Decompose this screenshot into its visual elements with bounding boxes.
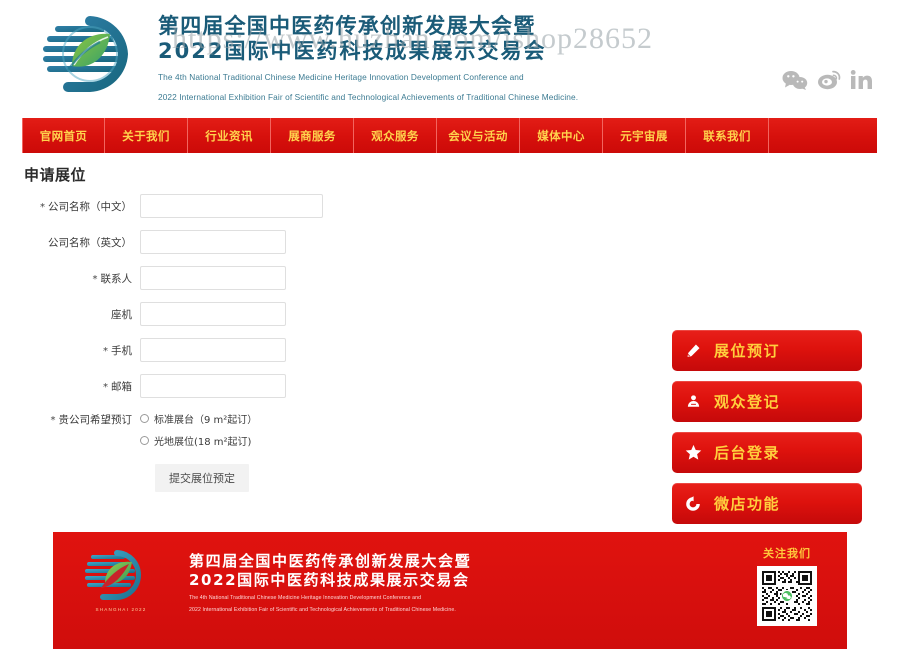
label-mobile: 手机 xyxy=(0,343,140,358)
booth-type-radio-group: 标准展台（9 m²起订） 光地展位(18 m²起订) xyxy=(140,410,257,448)
footer-qr-block: 关注我们 xyxy=(747,545,827,626)
social-links xyxy=(782,70,872,90)
radio-option-raw-space[interactable]: 光地展位(18 m²起订) xyxy=(140,433,257,448)
nav-item-metaverse[interactable]: 元宇宙展 xyxy=(603,118,686,153)
field-row-contact: 联系人 xyxy=(0,266,470,290)
linkedin-icon[interactable] xyxy=(850,70,872,90)
nav-item-media[interactable]: 媒体中心 xyxy=(520,118,603,153)
footer-qr-title: 关注我们 xyxy=(763,547,811,560)
footer-title-line2: 2022国际中医药科技成果展示交易会 xyxy=(189,571,470,589)
landline-input[interactable] xyxy=(140,302,286,326)
email-input[interactable] xyxy=(140,374,286,398)
footer-title-line1: 第四届全国中医药传承创新发展大会暨 xyxy=(189,552,472,570)
nav-item-contact[interactable]: 联系我们 xyxy=(686,118,769,153)
sidebar-label-booth-booking: 展位预订 xyxy=(714,342,781,360)
header-title-line2: 2022国际中医药科技成果展示交易会 xyxy=(158,39,547,63)
sidebar-button-booth-booking[interactable]: 展位预订 xyxy=(672,330,862,371)
sidebar-button-admin-login[interactable]: 后台登录 xyxy=(672,432,862,473)
label-email: 邮箱 xyxy=(0,379,140,394)
radio-label-raw-space: 光地展位(18 m²起订) xyxy=(154,437,252,448)
footer-logo-caption: SHANGHAI 2022 xyxy=(95,607,147,612)
submit-row: 提交展位预定 xyxy=(0,464,470,492)
ticket-icon xyxy=(672,343,714,358)
sidebar-button-visitor-registration[interactable]: 观众登记 xyxy=(672,381,862,422)
submit-booth-button[interactable]: 提交展位预定 xyxy=(155,464,249,492)
label-company-en: 公司名称（英文） xyxy=(48,236,132,249)
nav-item-meetings[interactable]: 会议与活动 xyxy=(437,118,520,153)
booth-application-form: 公司名称（中文） 公司名称（英文） 联系人 座机 手机 邮箱 xyxy=(0,194,470,492)
nav-item-exhibitor[interactable]: 展商服务 xyxy=(271,118,354,153)
sidebar-button-microshop[interactable]: 微店功能 xyxy=(672,483,862,524)
label-landline: 座机 xyxy=(111,308,132,321)
header-subtitle-line2: 2022 International Exhibition Fair of Sc… xyxy=(158,91,579,102)
footer-title-block: 第四届全国中医药传承创新发展大会暨 2022国际中医药科技成果展示交易会 The… xyxy=(189,552,471,615)
footer-subtitle-line2: 2022 International Exhibition Fair of Sc… xyxy=(189,607,456,614)
radio-circle-icon[interactable] xyxy=(140,414,149,423)
refresh-icon xyxy=(672,495,714,512)
badge-icon xyxy=(672,394,714,409)
weibo-icon[interactable] xyxy=(817,70,841,90)
label-booth-type: 贵公司希望预订 xyxy=(0,410,140,427)
footer-logo: SHANGHAI 2022 xyxy=(79,546,163,620)
main-navigation: 官网首页 关于我们 行业资讯 展商服务 观众服务 会议与活动 媒体中心 元宇宙展… xyxy=(22,118,877,153)
site-header: 第四届全国中医药传承创新发展大会暨 2022国际中医药科技成果展示交易会 The… xyxy=(0,0,900,112)
field-row-mobile: 手机 xyxy=(0,338,470,362)
company-name-en-input[interactable] xyxy=(140,230,286,254)
nav-item-news[interactable]: 行业资讯 xyxy=(188,118,271,153)
field-row-email: 邮箱 xyxy=(0,374,470,398)
star-icon xyxy=(672,444,714,461)
field-row-company-en: 公司名称（英文） xyxy=(0,230,470,254)
header-logo xyxy=(28,8,146,100)
nav-item-about[interactable]: 关于我们 xyxy=(105,118,188,153)
radio-circle-icon[interactable] xyxy=(140,436,149,445)
sidebar-label-admin-login: 后台登录 xyxy=(714,444,781,462)
sidebar-label-microshop: 微店功能 xyxy=(714,495,781,513)
nav-item-home[interactable]: 官网首页 xyxy=(22,118,105,153)
header-title-line1: 第四届全国中医药传承创新发展大会暨 xyxy=(158,14,536,38)
nav-item-visitor[interactable]: 观众服务 xyxy=(354,118,437,153)
tcm-hand-leaf-logo-icon xyxy=(43,16,128,92)
mobile-input[interactable] xyxy=(140,338,286,362)
radio-label-standard-booth: 标准展台（9 m²起订） xyxy=(154,415,258,426)
site-footer: SHANGHAI 2022 第四届全国中医药传承创新发展大会暨 2022国际中医… xyxy=(53,532,847,649)
header-title-block: 第四届全国中医药传承创新发展大会暨 2022国际中医药科技成果展示交易会 The… xyxy=(158,14,758,103)
label-company-cn: 公司名称（中文） xyxy=(0,199,140,214)
header-subtitle-line1: The 4th National Traditional Chinese Med… xyxy=(158,72,524,82)
radio-option-standard-booth[interactable]: 标准展台（9 m²起订） xyxy=(140,411,257,426)
label-contact: 联系人 xyxy=(0,271,140,286)
sidebar-label-visitor-registration: 观众登记 xyxy=(714,393,781,411)
wechat-icon[interactable] xyxy=(782,70,808,90)
tcm-hand-leaf-logo-icon xyxy=(85,550,142,600)
page-root: 第四届全国中医药传承创新发展大会暨 2022国际中医药科技成果展示交易会 The… xyxy=(0,0,900,649)
company-name-cn-input[interactable] xyxy=(140,194,323,218)
page-title: 申请展位 xyxy=(24,166,87,184)
contact-person-input[interactable] xyxy=(140,266,286,290)
field-row-booth-type: 贵公司希望预订 标准展台（9 m²起订） 光地展位(18 m²起订) xyxy=(0,410,470,448)
quick-action-sidebar: 展位预订 观众登记 后台登录 微店功能 xyxy=(672,330,862,524)
footer-subtitle-line1: The 4th National Traditional Chinese Med… xyxy=(189,595,422,601)
wechat-qr-code-icon xyxy=(757,566,817,626)
field-row-landline: 座机 xyxy=(0,302,470,326)
field-row-company-cn: 公司名称（中文） xyxy=(0,194,470,218)
